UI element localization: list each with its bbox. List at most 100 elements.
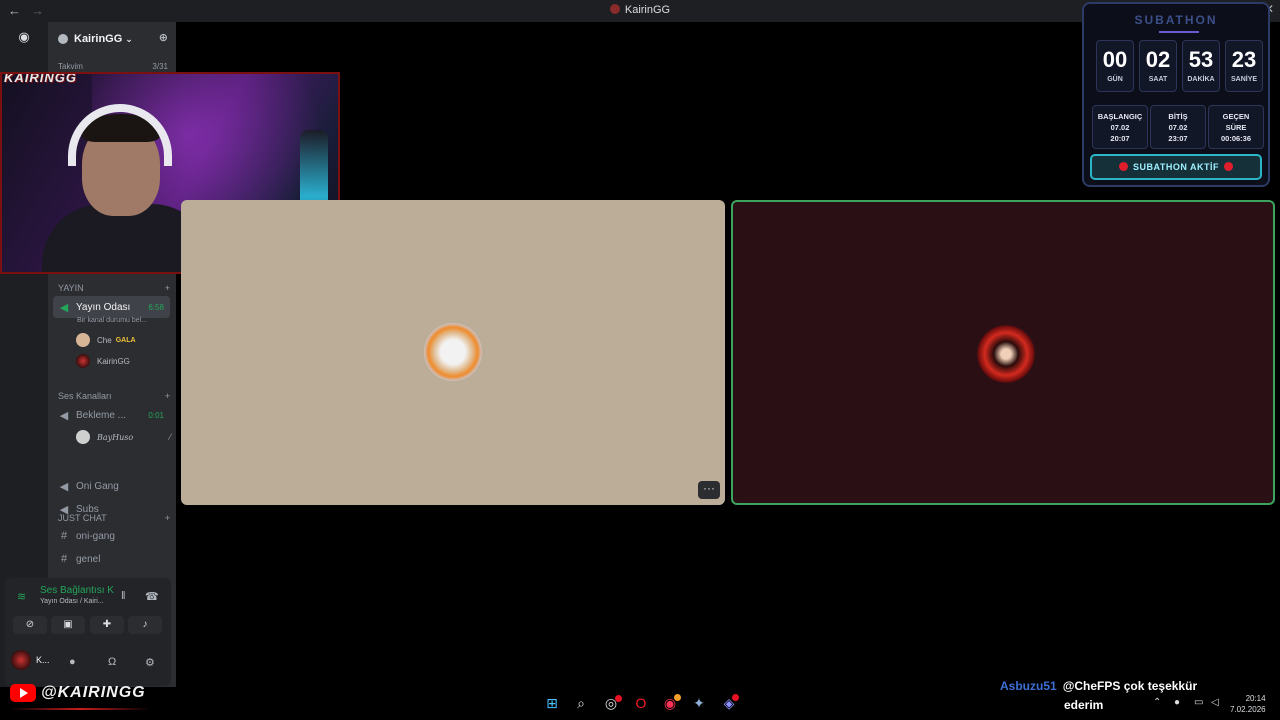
channel-yayin-odasi[interactable]: ◀ Yayın Odası 6:58 (53, 296, 170, 318)
hash-icon: # (60, 553, 68, 565)
camera-off-button[interactable]: ⊘ (13, 616, 47, 634)
user-name: BayHuso (97, 432, 134, 442)
category-just-chat[interactable]: JUST CHAT + (58, 513, 170, 523)
countdown-value: 53 (1188, 47, 1214, 72)
voice-location[interactable]: Yayın Odası / Kairi... (40, 598, 104, 605)
tray-network-icon[interactable]: ▭ (1194, 697, 1203, 708)
start-date: 07.02 (1110, 123, 1130, 132)
disconnect-icon[interactable]: ☎ (145, 590, 159, 603)
server-header[interactable]: KairinGG ⌄ ⊕ (48, 22, 176, 56)
channel-name: genel (76, 553, 101, 565)
voice-user-kairingg[interactable]: KairinGG (76, 352, 171, 370)
channel-genel[interactable]: # genel (53, 548, 170, 570)
user-name: KairinGG (97, 356, 130, 366)
tray-microphone-icon[interactable]: ● (1174, 697, 1180, 708)
elapsed-value: 00:06:36 (1220, 134, 1252, 143)
signal-icon[interactable]: ≋ (17, 590, 26, 603)
voice-status[interactable]: Ses Bağlantısı K (40, 585, 114, 596)
user-name: Che (97, 335, 112, 345)
category-label: YAYIN (58, 283, 84, 293)
voice-user-che[interactable]: Che GALA (76, 331, 171, 349)
members-count: 3/31 (152, 62, 168, 71)
countdown-label: DAKİKA (1187, 76, 1215, 83)
invite-user-icon[interactable]: ⊕ (159, 31, 168, 44)
record-dot-icon (1119, 162, 1128, 171)
muted-icon: ⁄ (169, 432, 171, 442)
active-label: SUBATHON AKTİF (1133, 162, 1219, 172)
end-label: BİTİŞ (1168, 112, 1188, 121)
discord-home-icon[interactable]: ◉ (10, 28, 38, 46)
countdown-value: 23 (1231, 47, 1257, 72)
start-time: 20:07 (1110, 134, 1130, 143)
countdown-label: SAAT (1148, 76, 1168, 83)
channel-status[interactable]: Bir kanal durumu bel... (77, 317, 147, 324)
clock-date: 7.02.2026 (1230, 705, 1266, 714)
video-tile-che[interactable]: ··· (181, 200, 725, 505)
avatar (76, 354, 90, 368)
countdown-label: SANİYE (1230, 76, 1258, 83)
events-label[interactable]: Takvim (58, 62, 83, 71)
countdown-label: GÜN (1107, 76, 1123, 83)
more-options-button[interactable]: ··· (698, 481, 720, 499)
category-ses-kanallari[interactable]: Ses Kanalları + (58, 391, 170, 401)
hash-icon: # (60, 530, 68, 542)
taskbar-clock[interactable]: 20:14 7.02.2026 (1230, 693, 1266, 715)
title-underline (1159, 31, 1199, 33)
elapsed-label-1: GEÇEN (1222, 112, 1250, 121)
server-icon (609, 4, 620, 14)
countdown-value: 02 (1145, 47, 1171, 72)
elapsed-label-2: SÜRE (1225, 123, 1247, 132)
subathon-widget: SUBATHON 00 GÜN 02 SAAT 53 DAKİKA 23 SAN… (1082, 2, 1270, 187)
channel-name: oni-gang (76, 530, 115, 542)
voice-user-bayhuso[interactable]: BayHuso ⁄ (76, 428, 171, 446)
category-yayin[interactable]: YAYIN + (58, 283, 170, 293)
user-panel[interactable]: K... (11, 650, 50, 670)
noise-suppression-icon[interactable]: ‖ (121, 590, 126, 602)
microphone-icon[interactable]: ● (69, 656, 76, 668)
avatar (76, 333, 90, 347)
speaker-icon: ◀ (59, 301, 69, 314)
add-channel-icon[interactable]: + (165, 391, 170, 401)
tray-chevron-icon[interactable]: ⌃ (1153, 697, 1161, 708)
subathon-active-badge: SUBATHON AKTİF (1090, 154, 1262, 180)
search-icon[interactable]: ⌕ (572, 694, 590, 712)
avatar (76, 430, 90, 444)
countdown-hours: 02 SAAT (1139, 40, 1177, 92)
windows-icon[interactable]: ⊞ (543, 694, 561, 712)
add-channel-icon[interactable]: + (165, 283, 170, 293)
avatar (11, 650, 31, 670)
category-label: Ses Kanalları (58, 391, 112, 401)
tray-volume-icon[interactable]: ◁ (1211, 697, 1219, 708)
channel-timer: 6:58 (148, 302, 164, 312)
start-info: BAŞLANGIÇ 07.02 20:07 (1092, 105, 1148, 149)
notification-badge (732, 694, 739, 701)
countdown-minutes: 53 DAKİKA (1182, 40, 1220, 92)
share-screen-button[interactable]: ▣ (51, 616, 85, 634)
channel-oni-gang[interactable]: ◀ Oni Gang (53, 475, 170, 497)
start-label: BAŞLANGIÇ (1097, 112, 1143, 121)
subathon-title: SUBATHON (1134, 13, 1218, 27)
participant-avatar (424, 323, 482, 381)
notification-badge (674, 694, 681, 701)
app2-icon[interactable]: ✦ (690, 694, 708, 712)
speaker-icon: ◀ (59, 409, 69, 422)
gear-icon[interactable]: ⚙ (145, 656, 155, 669)
countdown-days: 00 GÜN (1096, 40, 1134, 92)
end-info: BİTİŞ 07.02 23:07 (1150, 105, 1206, 149)
countdown-value: 00 (1102, 47, 1128, 72)
channel-oni-gang-text[interactable]: # oni-gang (53, 525, 170, 547)
webcam-stamp: KAIRINGG (4, 72, 77, 85)
channel-bekleme[interactable]: ◀ Bekleme ... 0:01 (53, 404, 170, 426)
category-label: JUST CHAT (58, 513, 107, 523)
voice-connection-panel: ≋ Ses Bağlantısı K Yayın Odası / Kairi..… (5, 578, 171, 686)
activities-button[interactable]: ✚ (90, 616, 124, 634)
speaker-icon: ◀ (59, 480, 69, 493)
channel-name: Bekleme ... (76, 409, 127, 421)
headphones-icon[interactable]: Ω (108, 656, 116, 668)
add-channel-icon[interactable]: + (165, 513, 170, 523)
opera-icon[interactable]: O (632, 694, 650, 712)
record-dot-icon (1224, 162, 1233, 171)
video-tile-kairingg[interactable] (731, 200, 1275, 505)
end-time: 23:07 (1168, 134, 1188, 143)
soundboard-button[interactable]: ♪ (128, 616, 162, 634)
